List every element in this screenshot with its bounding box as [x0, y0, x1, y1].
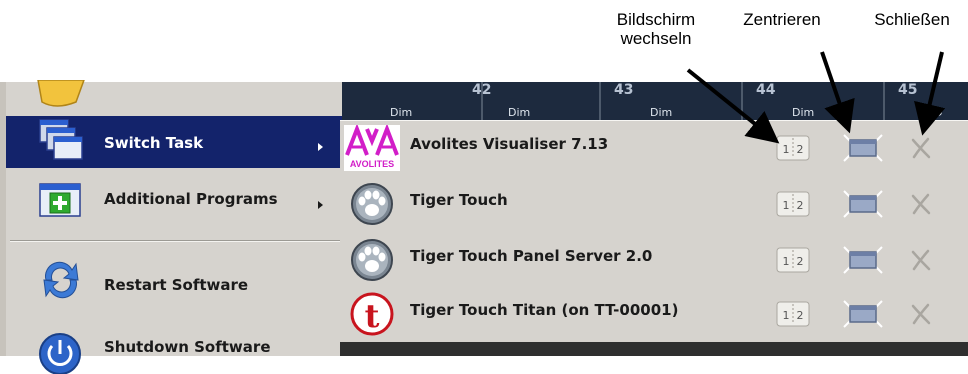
menu-item-switch-task[interactable]: Switch Task — [0, 116, 342, 168]
fader-cell: 45 D — [884, 82, 968, 122]
task-row-panel-server[interactable]: Tiger Touch Panel Server 2.0 1 2 — [340, 233, 968, 287]
paw-icon — [351, 239, 393, 281]
titan-t-text: t — [365, 297, 380, 335]
fader-number: 42 — [472, 82, 492, 98]
center-window-icon[interactable] — [842, 245, 884, 275]
taskbar-strip — [340, 342, 968, 356]
annotation-line-2: wechseln — [620, 29, 692, 48]
windows-stack-icon — [39, 119, 83, 160]
switch-screen-icon[interactable]: 1 2 — [776, 247, 810, 273]
menu-item-label: Shutdown Software — [104, 338, 271, 356]
fader-cell: 44 Dim — [742, 82, 885, 122]
avolites-logo-text: AVOLITES — [350, 159, 394, 169]
switch-screen-icon[interactable]: 1 2 — [776, 191, 810, 217]
fader-label: Dim — [508, 106, 531, 119]
task-label: Tiger Touch Panel Server 2.0 — [410, 247, 653, 265]
fader-label: D — [934, 106, 943, 119]
annotation-line-1: Bildschirm — [616, 10, 696, 29]
switch-screen-icon[interactable]: 1 2 — [776, 301, 810, 327]
restart-arrows-icon — [43, 261, 79, 299]
menu-item-restart-software[interactable]: Restart Software — [0, 252, 342, 308]
menu-item-label: Switch Task — [104, 134, 204, 152]
add-window-icon — [39, 183, 81, 217]
svg-text:1: 1 — [783, 199, 790, 212]
task-label: Tiger Touch Titan (on TT-00001) — [410, 301, 679, 319]
submenu-arrow-icon — [318, 143, 323, 151]
menu-item-label: Restart Software — [104, 276, 249, 294]
submenu-arrow-icon — [318, 201, 323, 209]
start-menu: Switch Task Additional Programs Restart … — [0, 80, 342, 374]
task-row-titan[interactable]: t Tiger Touch Titan (on TT-00001) 1 2 — [340, 287, 968, 341]
svg-text:1: 1 — [783, 143, 790, 156]
menu-item-additional-programs[interactable]: Additional Programs — [0, 172, 342, 228]
fader-number: 45 — [898, 82, 918, 98]
titan-t-icon: t — [350, 292, 394, 336]
close-x-icon[interactable] — [906, 245, 936, 275]
avolites-logo: AVOLITES — [344, 125, 400, 171]
center-window-icon[interactable] — [842, 299, 884, 329]
svg-text:1: 1 — [783, 255, 790, 268]
svg-text:2: 2 — [797, 143, 804, 156]
close-x-icon[interactable] — [906, 189, 936, 219]
fader-cell: 43 Dim — [600, 82, 743, 122]
fader-cell: 42 Dim — [458, 82, 601, 122]
task-label: Avolites Visualiser 7.13 — [410, 135, 609, 153]
console-fader-strip: Dim 42 Dim 43 Dim 44 Dim 45 D — [340, 82, 968, 122]
menu-divider — [10, 240, 340, 242]
fader-label: Dim — [792, 106, 815, 119]
annotation-switch-screen: Bildschirm wechseln — [600, 10, 712, 48]
annotation-close: Schließen — [874, 10, 950, 29]
fader-number: 43 — [614, 82, 634, 98]
task-label: Tiger Touch — [410, 191, 508, 209]
power-icon — [39, 333, 81, 374]
fader-label: Dim — [650, 106, 673, 119]
paw-icon — [351, 183, 393, 225]
annotation-center: Zentrieren — [743, 10, 821, 29]
fader-number: 44 — [756, 82, 776, 98]
menu-item-label: Additional Programs — [104, 190, 278, 208]
svg-text:1: 1 — [783, 309, 790, 322]
svg-text:2: 2 — [797, 309, 804, 322]
close-x-icon[interactable] — [906, 299, 936, 329]
menu-edge — [0, 82, 6, 356]
center-window-icon[interactable] — [842, 133, 884, 163]
close-x-icon[interactable] — [906, 133, 936, 163]
task-row-tiger-touch[interactable]: Tiger Touch 1 2 — [340, 177, 968, 231]
fader-label: Dim — [390, 106, 413, 119]
switch-task-submenu: AVOLITES Avolites Visualiser 7.13 1 2 Ti… — [340, 120, 968, 343]
task-row-avolites-visualiser[interactable]: AVOLITES Avolites Visualiser 7.13 1 2 — [340, 121, 968, 175]
svg-text:2: 2 — [797, 255, 804, 268]
center-window-icon[interactable] — [842, 189, 884, 219]
svg-text:2: 2 — [797, 199, 804, 212]
switch-screen-icon[interactable]: 1 2 — [776, 135, 810, 161]
folder-icon — [37, 80, 85, 107]
